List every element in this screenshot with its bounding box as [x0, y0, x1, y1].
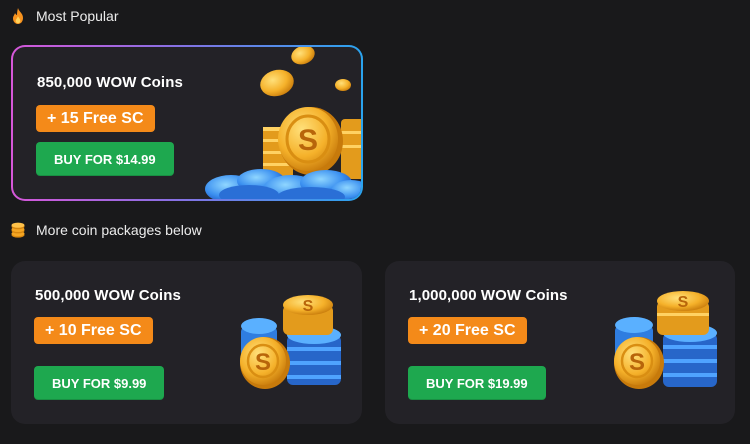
buy-button[interactable]: BUY FOR $14.99 [36, 142, 174, 176]
most-popular-label: Most Popular [36, 8, 119, 24]
package-title: 1,000,000 WOW Coins [409, 287, 568, 304]
more-packages-label: More coin packages below [36, 222, 202, 238]
featured-package-card[interactable]: 850,000 WOW Coins + 15 Free SC BUY FOR $… [11, 45, 363, 201]
svg-text:S: S [303, 298, 314, 315]
coin-stack-icon [10, 221, 26, 239]
coin-pile-illustration: S [191, 47, 361, 199]
buy-button[interactable]: BUY FOR $19.99 [408, 366, 546, 400]
bonus-badge: + 15 Free SC [36, 105, 155, 132]
package-card[interactable]: 500,000 WOW Coins + 10 Free SC BUY FOR $… [11, 261, 362, 424]
svg-text:S: S [678, 294, 689, 311]
package-title: 500,000 WOW Coins [35, 287, 181, 304]
coin-stack-illustration: S S [613, 291, 728, 401]
bonus-badge: + 10 Free SC [34, 317, 153, 344]
fire-icon [10, 7, 26, 25]
coin-stack-illustration: S S [239, 291, 354, 401]
bonus-badge: + 20 Free SC [408, 317, 527, 344]
svg-text:S: S [629, 349, 645, 376]
package-card[interactable]: 1,000,000 WOW Coins + 20 Free SC BUY FOR… [385, 261, 735, 424]
most-popular-heading: Most Popular [10, 7, 118, 25]
package-title: 850,000 WOW Coins [37, 74, 183, 91]
buy-button[interactable]: BUY FOR $9.99 [34, 366, 165, 400]
more-packages-heading: More coin packages below [10, 221, 202, 239]
svg-text:S: S [298, 124, 318, 157]
svg-text:S: S [255, 349, 271, 376]
